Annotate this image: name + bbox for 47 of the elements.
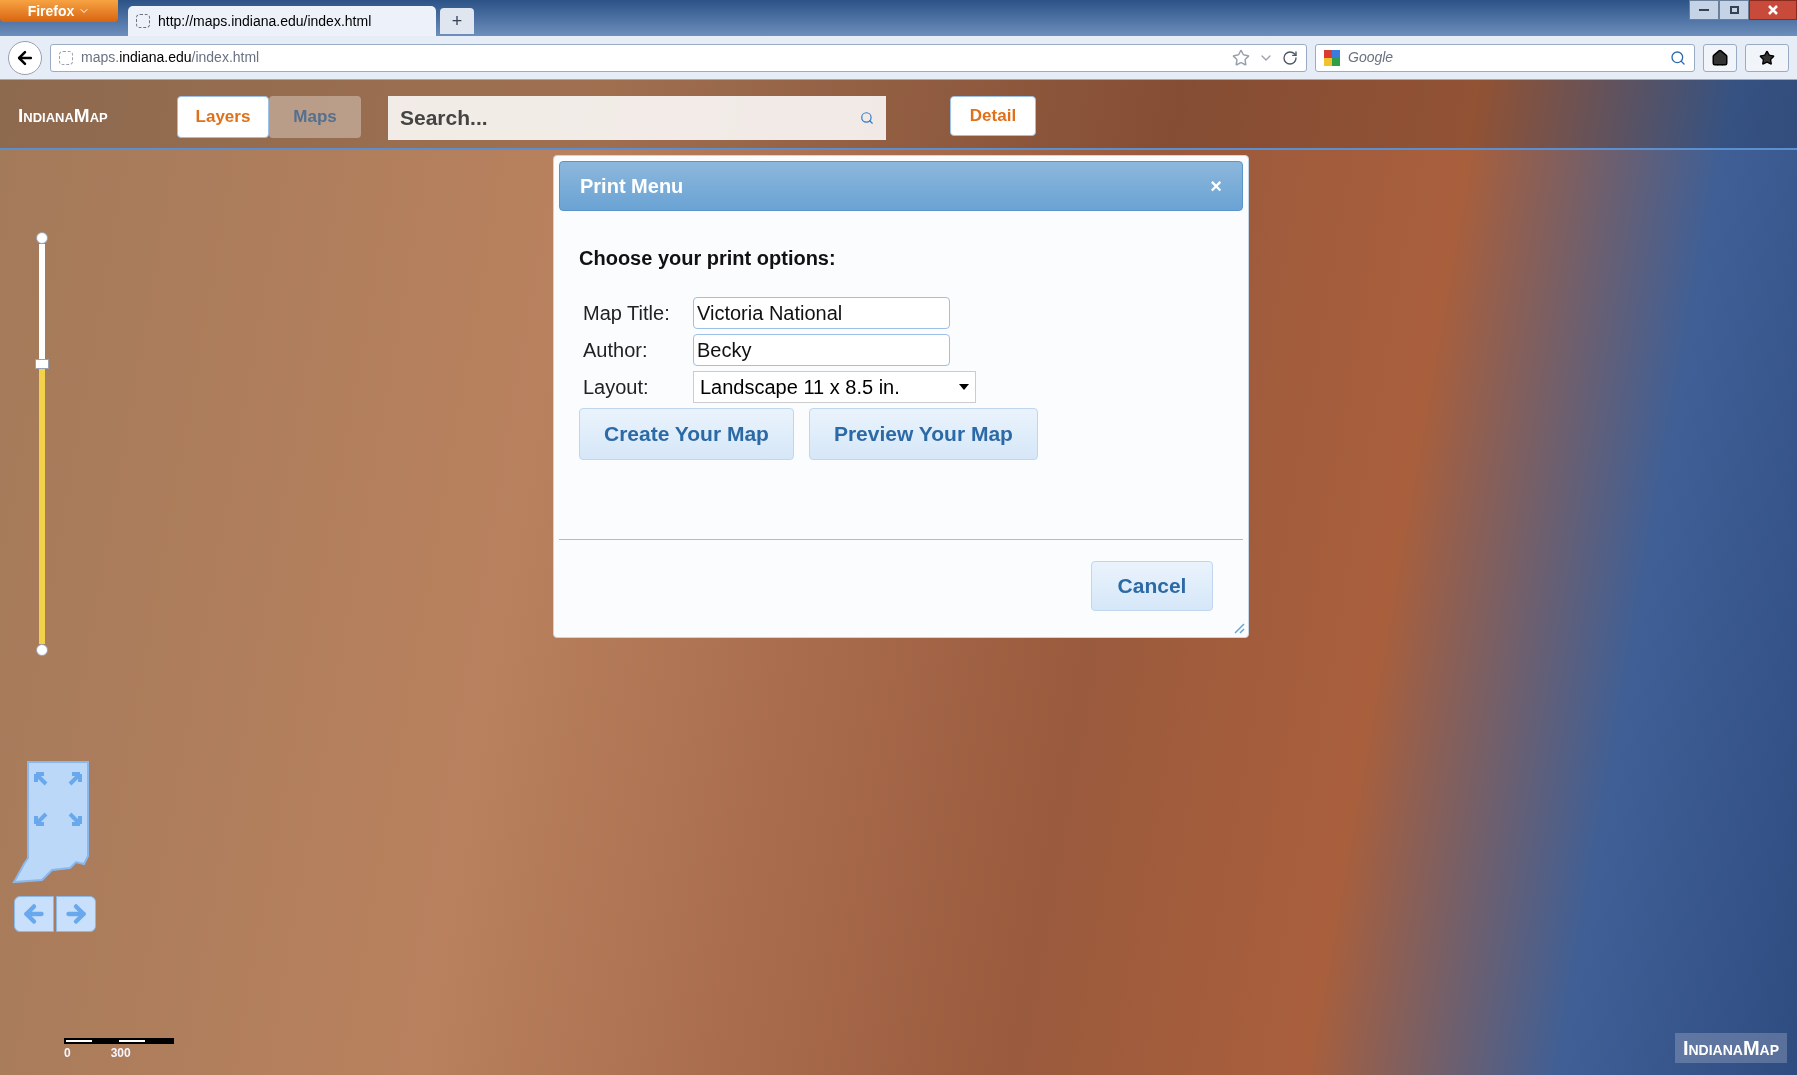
reload-icon[interactable] <box>1282 49 1298 66</box>
url-text: maps.indiana.edu/index.html <box>81 48 261 67</box>
page-icon <box>136 14 150 28</box>
maximize-button[interactable] <box>1719 0 1749 20</box>
search-icon[interactable] <box>1670 49 1686 66</box>
caret-icon <box>959 384 969 390</box>
logo-text: IndianaMap <box>1674 1033 1787 1063</box>
resize-handle-icon[interactable] <box>1233 622 1245 634</box>
slider-thumb[interactable] <box>35 359 49 369</box>
search-field[interactable]: Google <box>1315 43 1695 72</box>
back-button[interactable] <box>8 40 42 75</box>
search-placeholder: Google <box>1348 48 1395 67</box>
text-field[interactable]: Becky <box>693 334 950 366</box>
field-label: Author: <box>583 338 649 363</box>
toolbar-tab[interactable]: Layers <box>177 96 269 138</box>
firefox-menu-button[interactable]: Firefox <box>0 0 118 22</box>
search-field[interactable]: Search... <box>388 96 886 140</box>
action-button[interactable]: Create Your Map <box>579 408 794 460</box>
text-field[interactable]: Victoria National <box>693 297 950 329</box>
search-engine-icon[interactable] <box>1324 49 1340 66</box>
field-label: Map Title: <box>583 301 671 326</box>
state-outline-icon[interactable] <box>12 760 92 885</box>
bookmarks-button[interactable] <box>1745 43 1789 72</box>
home-button[interactable] <box>1703 43 1737 72</box>
logo-text: IndianaMap <box>18 104 108 128</box>
close-button[interactable] <box>1749 0 1797 20</box>
new-tab-button[interactable]: + <box>440 8 474 34</box>
page-icon <box>59 50 73 65</box>
search-placeholder: Search... <box>400 105 489 132</box>
zoom-slider[interactable] <box>34 232 50 656</box>
scale-label: 300 <box>110 1045 131 1062</box>
home-icon <box>1711 48 1729 67</box>
address-field[interactable]: maps.indiana.edu/index.html <box>50 43 1307 72</box>
dialog-heading: Choose your print options: <box>579 246 837 271</box>
browser-tab[interactable]: http://maps.indiana.edu/index.html <box>128 6 436 36</box>
star-icon <box>1759 49 1775 66</box>
layout-dropdown[interactable]: Landscape 11 x 8.5 in. <box>693 371 976 403</box>
dialog-title: Print Menu <box>580 174 684 199</box>
cancel-button[interactable]: Cancel <box>1091 561 1213 611</box>
minimize-button[interactable] <box>1689 0 1719 20</box>
close-icon <box>1768 5 1778 15</box>
bookmark-star-icon[interactable] <box>1232 48 1250 67</box>
search-icon[interactable] <box>860 111 874 125</box>
detail-button[interactable]: Detail <box>950 96 1036 136</box>
scale-label: 0 <box>64 1045 71 1062</box>
action-button[interactable]: Preview Your Map <box>808 408 1038 460</box>
field-label: Layout: <box>583 375 650 400</box>
